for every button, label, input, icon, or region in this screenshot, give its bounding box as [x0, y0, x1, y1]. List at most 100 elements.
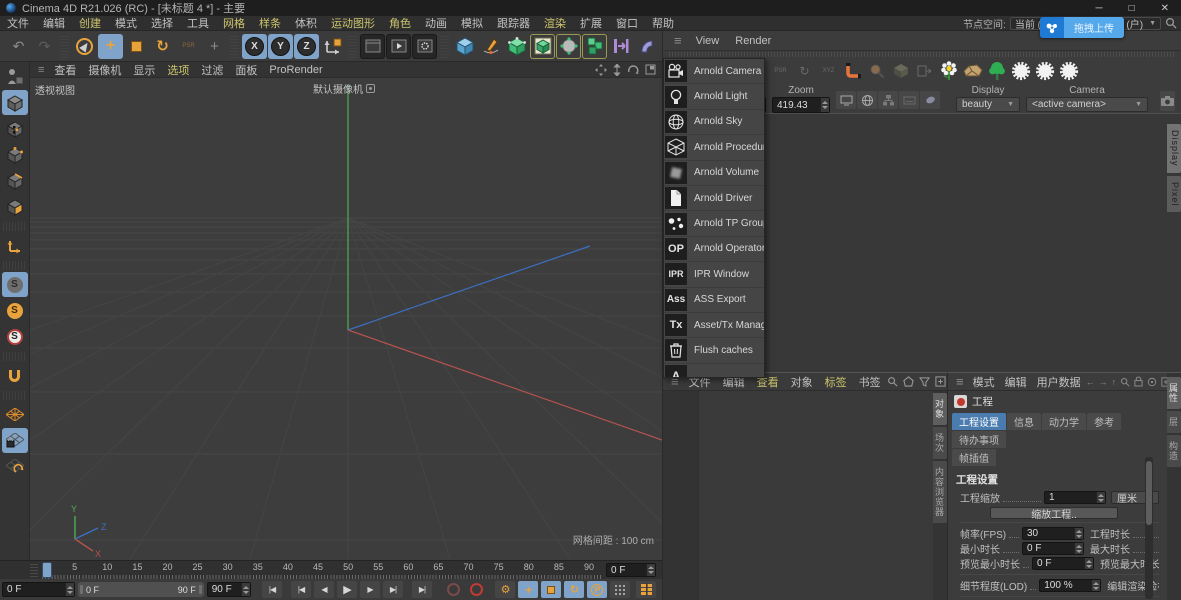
goto-end-button[interactable]: ▶| — [412, 581, 432, 598]
up-icon[interactable]: ↑ — [1112, 377, 1117, 387]
menu-item-arnold-tp-group[interactable]: Arnold TP Group — [664, 211, 764, 237]
starburst-button-1[interactable] — [1009, 60, 1032, 83]
attribute-scrollbar[interactable] — [1145, 457, 1153, 599]
back-icon[interactable]: ← — [1086, 377, 1095, 387]
keyframe-selection-button[interactable] — [610, 581, 630, 598]
lod-input[interactable]: 100 % — [1039, 579, 1102, 592]
record-position-button[interactable] — [443, 581, 463, 598]
camera-name-label[interactable]: 默认摄像机 — [313, 81, 375, 96]
metaball-button[interactable] — [556, 34, 581, 59]
tab-display[interactable]: Display — [1167, 124, 1181, 173]
spinner-icon[interactable] — [241, 583, 250, 596]
goto-start-button[interactable]: |◀ — [262, 581, 282, 598]
vp-menu-display[interactable]: 显示 — [127, 62, 161, 78]
menu-item-flush-caches[interactable]: Flush caches — [664, 338, 764, 364]
ipr-menu-render[interactable]: Render — [728, 35, 778, 47]
menu-create[interactable]: 创建 — [72, 15, 108, 31]
render-settings-button[interactable] — [412, 33, 437, 59]
spinner-icon[interactable] — [1084, 558, 1093, 569]
forward-icon[interactable]: → — [1099, 377, 1108, 387]
camera-dropdown[interactable]: <active camera> ▼ — [1026, 97, 1148, 112]
hamburger-icon[interactable]: ≡ — [952, 374, 968, 389]
fps-input[interactable]: 30 — [1022, 527, 1084, 540]
menu-item-ass-export[interactable]: Ass ASS Export — [664, 288, 764, 313]
attr-menu-edit[interactable]: 编辑 — [1000, 374, 1032, 390]
globe-button[interactable] — [857, 91, 877, 109]
tab-pixel[interactable]: Pixel — [1167, 175, 1181, 213]
spinner-icon[interactable] — [820, 98, 829, 112]
record-button[interactable] — [466, 581, 486, 598]
tab-takes[interactable]: 场次 — [933, 427, 947, 459]
z-axis-lock-button[interactable]: Z — [294, 33, 319, 59]
x-axis-lock-button[interactable]: X — [242, 33, 267, 59]
magnet-snap-button[interactable] — [2, 363, 28, 388]
ipr-magnify-button[interactable] — [865, 60, 888, 83]
menu-window[interactable]: 窗口 — [609, 15, 645, 31]
coordinate-system-button[interactable] — [320, 34, 345, 59]
texture-mode-button[interactable] — [2, 116, 28, 141]
timeline-ruler[interactable]: 051015202530354045505560657075808590 0 F — [0, 560, 662, 579]
y-axis-lock-button[interactable]: Y — [268, 33, 293, 59]
home-icon[interactable] — [902, 376, 914, 387]
vp-menu-view[interactable]: 查看 — [48, 62, 82, 78]
redo-button[interactable]: ↷ — [32, 34, 57, 59]
autokey-button[interactable]: ⚙ — [495, 581, 515, 598]
bend-deformer-button[interactable] — [634, 34, 659, 59]
tab-layers[interactable]: 层 — [1167, 411, 1181, 433]
min-time-input[interactable]: 0 F — [1022, 542, 1084, 555]
pill-button[interactable] — [920, 91, 940, 109]
workplane-button[interactable] — [2, 402, 28, 427]
plane-mode-button[interactable] — [2, 454, 28, 479]
scale-tool-button[interactable] — [124, 34, 149, 59]
tab-objects[interactable]: 对象 — [933, 393, 947, 425]
spinner-icon[interactable] — [1096, 492, 1105, 503]
subdivision-surface-button[interactable] — [504, 34, 529, 59]
object-tree-area[interactable]: 对象 场次 内容浏览器 — [663, 391, 947, 600]
key-position-button[interactable]: + — [518, 581, 538, 598]
search-icon[interactable] — [887, 376, 898, 387]
om-menu-bookmarks[interactable]: 书签 — [853, 374, 887, 390]
ipr-export-button[interactable] — [913, 60, 936, 83]
rotate-view-icon[interactable] — [627, 64, 639, 76]
target-icon[interactable] — [1147, 377, 1157, 387]
scrollbar-thumb[interactable] — [1146, 461, 1152, 525]
search-icon[interactable] — [1165, 17, 1177, 29]
menu-tools[interactable]: 工具 — [180, 15, 216, 31]
snap-settings-button[interactable]: S — [2, 324, 28, 349]
maximize-button[interactable]: □ — [1129, 3, 1135, 14]
menu-mode[interactable]: 模式 — [108, 15, 144, 31]
spinner-icon[interactable] — [646, 564, 655, 576]
point-mode-button[interactable] — [2, 142, 28, 167]
ipr-rotate-button[interactable]: ↻ — [793, 60, 816, 83]
viewport-panel[interactable]: ≡ 查看 摄像机 显示 选项 过滤 面板 ProRender 透视视图 默认摄像… — [30, 62, 662, 560]
menu-spline[interactable]: 样条 — [252, 15, 288, 31]
netdisk-upload-overlay[interactable]: 拖拽上传 — [1040, 17, 1124, 38]
tree-button[interactable] — [985, 60, 1008, 83]
ipr-xyz-button[interactable]: XYZ — [817, 60, 840, 83]
preview-range-slider[interactable]: 0 F 90 F — [78, 582, 204, 597]
frame-ruler[interactable]: 051015202530354045505560657075808590 — [40, 561, 602, 580]
end-frame-spinner[interactable]: 90 F — [206, 582, 251, 597]
menu-volume[interactable]: 体积 — [288, 15, 324, 31]
snap-toggle-button[interactable]: S — [1, 272, 28, 297]
attr-menu-userdata[interactable]: 用户数据 — [1032, 374, 1086, 390]
menu-simulate[interactable]: 模拟 — [454, 15, 490, 31]
menu-mesh[interactable]: 网格 — [216, 15, 252, 31]
tab-structure[interactable]: 构造 — [1167, 435, 1181, 467]
tab-attributes[interactable]: 属性 — [1167, 377, 1181, 409]
spinner-icon[interactable] — [1074, 528, 1083, 539]
undo-button[interactable]: ↶ — [6, 34, 31, 59]
menu-item-arnold-driver[interactable]: Arnold Driver — [664, 186, 764, 212]
cloner-button[interactable] — [582, 34, 607, 59]
solo-button[interactable] — [636, 581, 656, 598]
menu-item-asset-tx-manager[interactable]: Tx Asset/Tx Manager — [664, 313, 764, 339]
preview-min-input[interactable]: 0 F — [1032, 557, 1094, 570]
menu-mograph[interactable]: 运动图形 — [324, 15, 382, 31]
last-tool-button[interactable]: PSR — [176, 34, 201, 59]
toggle-panel-icon[interactable] — [645, 64, 656, 75]
filter-icon[interactable] — [918, 376, 930, 387]
menu-tracker[interactable]: 跟踪器 — [490, 15, 537, 31]
vp-menu-filter[interactable]: 过滤 — [195, 62, 229, 78]
menu-edit[interactable]: 编辑 — [36, 15, 72, 31]
tab-reference[interactable]: 参考 — [1087, 413, 1121, 430]
